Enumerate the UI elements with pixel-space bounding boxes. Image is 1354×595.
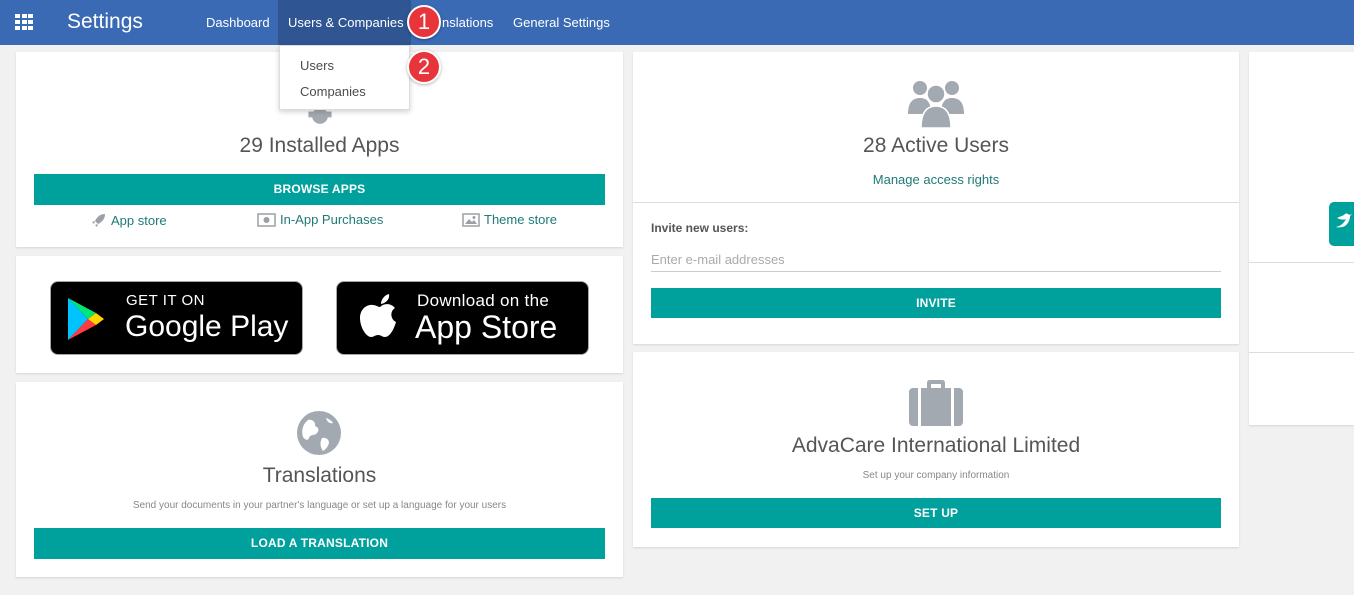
in-app-purchases-label: In-App Purchases xyxy=(280,212,384,227)
step-badge-1: 1 xyxy=(407,5,441,39)
app-store-line2: App Store xyxy=(415,309,558,345)
nav-general-settings[interactable]: General Settings xyxy=(503,0,620,45)
google-play-line1: GET IT ON xyxy=(126,292,205,309)
in-app-purchases-link[interactable]: In-App Purchases xyxy=(257,212,383,227)
briefcase-icon xyxy=(909,380,963,426)
installed-apps-title: 29 Installed Apps xyxy=(239,134,400,157)
nav-dashboard[interactable]: Dashboard xyxy=(196,0,280,45)
active-users-card: 28 Active Users Manage access rights Inv… xyxy=(633,52,1239,344)
translations-description: Send your documents in your partner's la… xyxy=(132,500,507,511)
dropdown-item-companies[interactable]: Companies xyxy=(300,84,366,99)
manage-access-rights-link[interactable]: Manage access rights xyxy=(633,172,1239,187)
app-store-link[interactable]: App store xyxy=(91,212,167,228)
company-description: Set up your company information xyxy=(862,470,1010,481)
picture-icon xyxy=(462,212,480,227)
invite-label: Invite new users: xyxy=(651,221,749,235)
invite-button[interactable]: INVITE xyxy=(651,288,1221,318)
users-group-icon xyxy=(908,81,964,129)
browse-apps-button[interactable]: BROWSE APPS xyxy=(34,174,605,205)
apple-icon xyxy=(360,294,396,337)
app-store-line1: Download on the xyxy=(417,291,550,310)
company-card: AdvaCare International Limited Set up yo… xyxy=(633,352,1239,547)
company-name-title: AdvaCare International Limited xyxy=(791,434,1081,457)
right-divider-2 xyxy=(1249,352,1354,353)
google-play-line2: Google Play xyxy=(125,310,289,343)
right-divider-1 xyxy=(1249,262,1354,263)
theme-store-label: Theme store xyxy=(484,212,557,227)
google-play-icon xyxy=(68,298,104,340)
top-navbar: Settings Dashboard Users & Companies nsl… xyxy=(0,0,1354,45)
right-partial-card xyxy=(1249,52,1354,425)
twitter-icon[interactable] xyxy=(1329,202,1354,246)
nav-users-companies[interactable]: Users & Companies xyxy=(278,0,411,45)
load-translation-button[interactable]: LOAD A TRANSLATION xyxy=(34,528,605,559)
dropdown-item-users[interactable]: Users xyxy=(300,58,334,73)
nav-translations[interactable]: nslations xyxy=(432,0,503,45)
mobile-apps-card: GET IT ON Google Play Download on the Ap… xyxy=(16,256,623,373)
invite-email-input[interactable] xyxy=(651,248,1221,272)
set-up-company-button[interactable]: SET UP xyxy=(651,498,1221,528)
translations-title: Translations xyxy=(262,464,377,487)
step-badge-2: 2 xyxy=(407,50,441,84)
apps-menu-icon[interactable] xyxy=(15,14,33,30)
app-title: Settings xyxy=(67,10,143,33)
translations-card: Translations Send your documents in your… xyxy=(16,382,623,577)
users-card-divider xyxy=(633,202,1239,203)
globe-icon xyxy=(297,411,341,455)
app-store-label: App store xyxy=(111,212,167,228)
users-companies-dropdown: Users Companies xyxy=(279,45,410,110)
google-play-badge[interactable]: GET IT ON Google Play xyxy=(50,281,303,355)
money-icon xyxy=(257,212,276,227)
active-users-title: 28 Active Users xyxy=(863,134,1009,157)
theme-store-link[interactable]: Theme store xyxy=(462,212,557,227)
rocket-icon xyxy=(92,214,105,227)
app-store-badge[interactable]: Download on the App Store xyxy=(336,281,589,355)
